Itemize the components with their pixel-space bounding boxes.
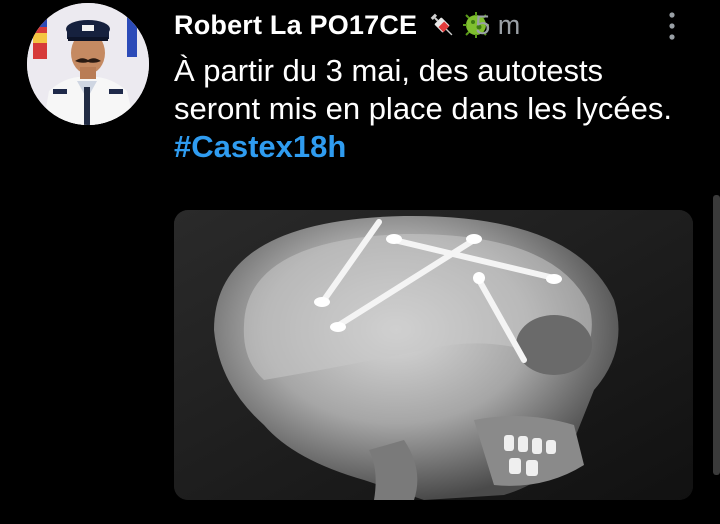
tweet-header: Robert La PO17CE 5 m: [174, 4, 520, 46]
syringe-icon: [427, 10, 457, 40]
avatar[interactable]: [27, 3, 149, 125]
hashtag-link[interactable]: #Castex18h: [174, 129, 346, 164]
scrollbar[interactable]: [713, 195, 720, 475]
author-name[interactable]: Robert La PO17CE: [174, 10, 417, 41]
tweet-text: À partir du 3 mai, des autotests seront …: [174, 52, 694, 166]
tweet[interactable]: Robert La PO17CE 5 m À partir du 3 mai, …: [0, 0, 720, 524]
timestamp[interactable]: 5 m: [475, 10, 520, 41]
tweet-media-image[interactable]: [174, 210, 693, 500]
tweet-body: À partir du 3 mai, des autotests seront …: [174, 53, 672, 126]
more-options-icon[interactable]: [662, 8, 682, 44]
